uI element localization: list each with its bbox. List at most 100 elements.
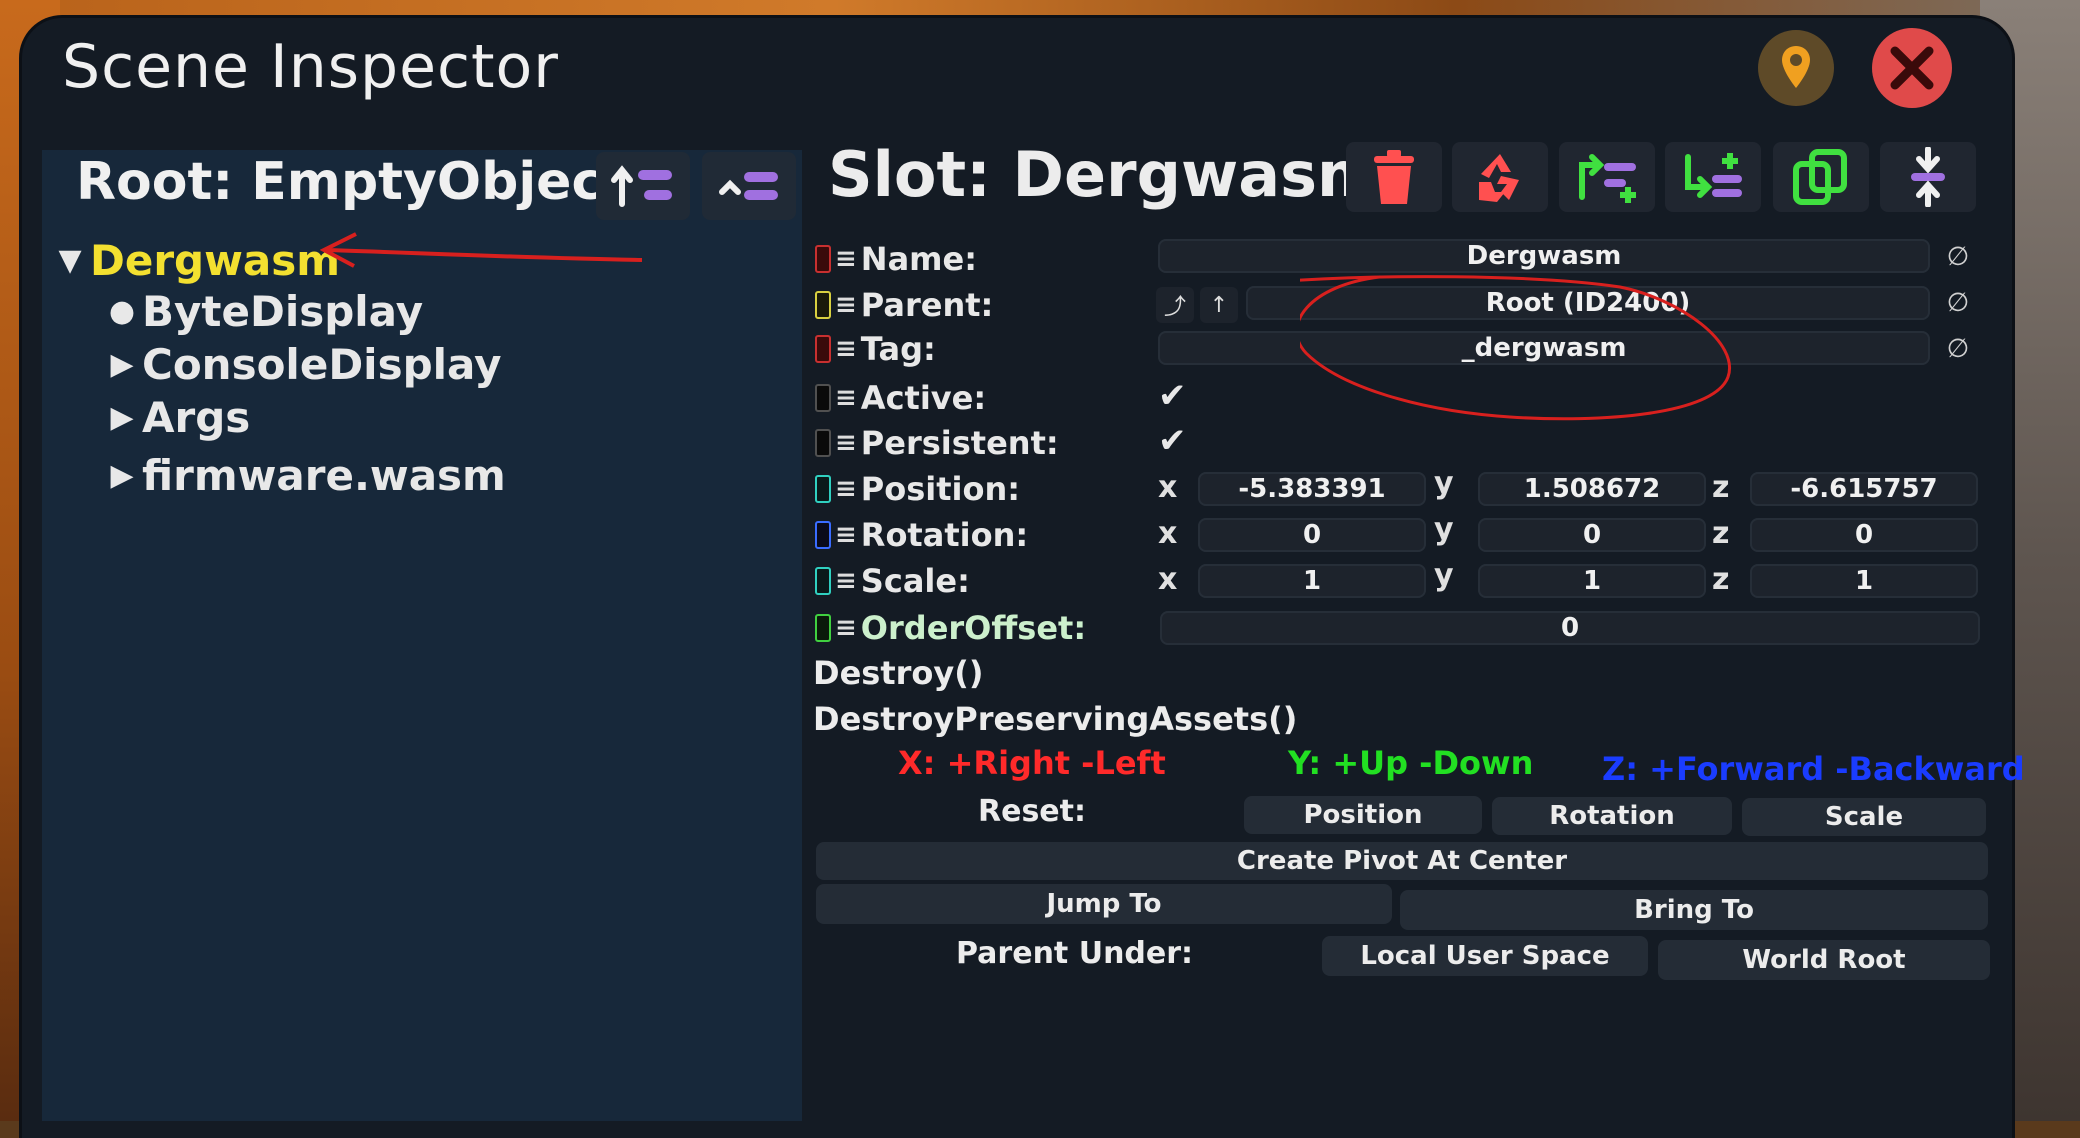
reset-rotation-button[interactable]: Rotation: [1492, 797, 1732, 835]
x-axis-hint: X: +Right -Left: [898, 744, 1166, 782]
field-type-chip: [815, 429, 831, 457]
position-z-axis: z: [1712, 470, 1730, 505]
insert-child-button[interactable]: [1665, 142, 1761, 212]
name-label: ≡ Name:: [815, 240, 977, 278]
rotation-x-axis: x: [1158, 516, 1178, 551]
move-up-button[interactable]: [596, 152, 690, 220]
root-label: Root: EmptyObject: [76, 152, 628, 212]
reset-scale-button[interactable]: Scale: [1742, 798, 1986, 836]
scale-y-field[interactable]: 1: [1478, 564, 1706, 598]
persistent-label-text: Persistent:: [860, 424, 1059, 462]
insert-parent-icon: [1579, 154, 1636, 203]
expand-icon[interactable]: ▶: [102, 400, 142, 435]
annotation-arrow: [320, 232, 643, 268]
tree-item-args[interactable]: ▶ Args: [102, 393, 250, 442]
parent-up-icon[interactable]: ↑: [1200, 287, 1238, 323]
tree-item-label: Dergwasm: [90, 236, 341, 285]
jump-to-button[interactable]: Jump To: [816, 884, 1392, 924]
orderoffset-label-text: OrderOffset:: [860, 609, 1087, 647]
slot-title: Slot: Dergwasm: [828, 138, 1382, 211]
name-label-text: Name:: [860, 240, 978, 278]
field-type-chip: [815, 384, 831, 412]
active-label-text: Active:: [860, 379, 987, 417]
y-axis-hint: Y: +Up -Down: [1288, 744, 1534, 782]
scale-y-axis: y: [1434, 558, 1454, 593]
parent-under-label: Parent Under:: [956, 936, 1194, 971]
bring-to-button[interactable]: Bring To: [1400, 890, 1988, 930]
field-menu-icon[interactable]: ≡: [835, 244, 857, 274]
parent-jump-icon[interactable]: ⤴: [1156, 287, 1194, 323]
field-type-chip: [815, 475, 831, 503]
scale-x-field[interactable]: 1: [1198, 564, 1426, 598]
tree-item-bytedisplay[interactable]: ● ByteDisplay: [102, 287, 423, 336]
rotation-x-field[interactable]: 0: [1198, 518, 1426, 552]
rotation-label: ≡ Rotation:: [815, 516, 1028, 554]
destroy-preserving-assets-method-button[interactable]: DestroyPreservingAssets(): [813, 700, 1297, 738]
duplicate-button[interactable]: [1773, 142, 1869, 212]
rotation-z-axis: z: [1712, 516, 1730, 551]
center-button[interactable]: [1880, 142, 1976, 212]
destroy-button[interactable]: [1346, 142, 1442, 212]
position-z-field[interactable]: -6.615757: [1750, 472, 1978, 506]
create-pivot-button[interactable]: Create Pivot At Center: [816, 842, 1988, 880]
parent-under-world-root-button[interactable]: World Root: [1658, 940, 1990, 980]
trash-icon: [1374, 150, 1414, 204]
field-type-chip: [815, 291, 831, 319]
field-menu-icon[interactable]: ≡: [835, 474, 857, 504]
scale-label: ≡ Scale:: [815, 562, 970, 600]
field-type-chip: [815, 245, 831, 273]
sort-down-icon: [719, 172, 778, 200]
map-pin-icon: [1782, 46, 1810, 88]
active-checkbox[interactable]: ✔: [1158, 376, 1187, 416]
field-menu-icon[interactable]: ≡: [835, 613, 857, 643]
recycle-icon: [1479, 154, 1519, 202]
active-label: ≡ Active:: [815, 379, 986, 417]
position-y-axis: y: [1434, 466, 1454, 501]
close-button[interactable]: [1872, 28, 1952, 108]
null-parent-button[interactable]: ∅: [1940, 285, 1976, 321]
tree-item-firmware-wasm[interactable]: ▶ firmware.wasm: [102, 451, 505, 500]
field-menu-icon[interactable]: ≡: [835, 520, 857, 550]
z-axis-hint: Z: +Forward -Backward: [1602, 750, 2025, 788]
insert-parent-button[interactable]: [1559, 142, 1655, 212]
persistent-checkbox[interactable]: ✔: [1158, 421, 1187, 461]
tree-item-label: ByteDisplay: [142, 287, 424, 336]
tree-item-label: ConsoleDisplay: [142, 340, 502, 389]
close-icon: [1890, 46, 1934, 90]
collapse-icon[interactable]: ▼: [50, 243, 90, 278]
rotation-z-field[interactable]: 0: [1750, 518, 1978, 552]
tree-item-label: Args: [142, 393, 251, 442]
field-menu-icon[interactable]: ≡: [835, 383, 857, 413]
null-tag-button[interactable]: ∅: [1940, 331, 1976, 367]
position-label: ≡ Position:: [815, 470, 1020, 508]
field-menu-icon[interactable]: ≡: [835, 334, 857, 364]
field-menu-icon[interactable]: ≡: [835, 428, 857, 458]
expand-icon[interactable]: ▶: [102, 458, 142, 493]
expand-icon[interactable]: ▶: [102, 347, 142, 382]
scale-x-axis: x: [1158, 562, 1178, 597]
scale-z-field[interactable]: 1: [1750, 564, 1978, 598]
reset-position-button[interactable]: Position: [1244, 796, 1482, 834]
rotation-label-text: Rotation:: [860, 516, 1029, 554]
rotation-y-field[interactable]: 0: [1478, 518, 1706, 552]
position-x-field[interactable]: -5.383391: [1198, 472, 1426, 506]
locate-button[interactable]: [1758, 30, 1834, 106]
duplicate-icon: [1793, 149, 1847, 205]
position-label-text: Position:: [860, 470, 1021, 508]
position-y-field[interactable]: 1.508672: [1478, 472, 1706, 506]
field-menu-icon[interactable]: ≡: [835, 290, 857, 320]
orderoffset-field[interactable]: 0: [1160, 611, 1980, 645]
null-name-button[interactable]: ∅: [1940, 239, 1976, 275]
parent-under-local-user-space-button[interactable]: Local User Space: [1322, 936, 1648, 976]
tree-item-consoledisplay[interactable]: ▶ ConsoleDisplay: [102, 340, 501, 389]
tree-item-dergwasm[interactable]: ▼ Dergwasm: [50, 236, 340, 285]
orderoffset-label: ≡ OrderOffset:: [815, 609, 1086, 647]
leaf-dot-icon: ●: [108, 294, 136, 329]
destroy-preserving-assets-button[interactable]: [1452, 142, 1548, 212]
sort-up-icon: [611, 165, 672, 207]
scale-label-text: Scale:: [860, 562, 970, 600]
field-type-chip: [815, 567, 831, 595]
field-menu-icon[interactable]: ≡: [835, 566, 857, 596]
destroy-method-button[interactable]: Destroy(): [813, 654, 983, 692]
move-down-button[interactable]: [702, 152, 796, 220]
